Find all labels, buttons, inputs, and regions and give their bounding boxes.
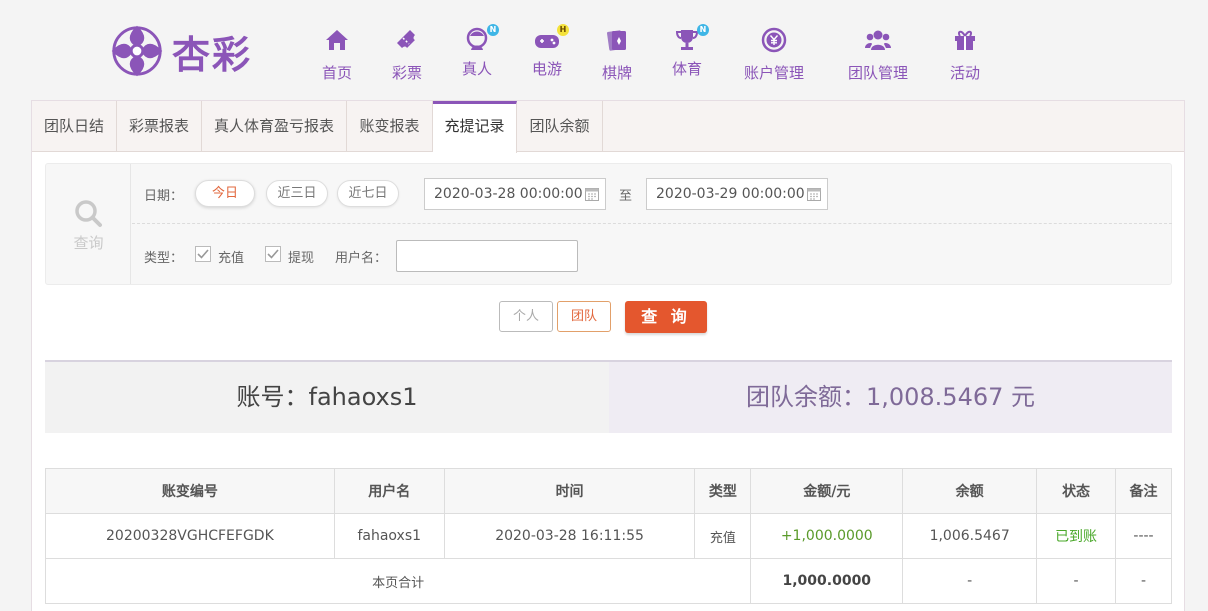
nav-label: 活动 — [949, 64, 980, 82]
query-button[interactable]: 查 询 — [625, 301, 707, 333]
nav-live[interactable]: N 真人 — [447, 24, 507, 79]
new-badge: N — [697, 24, 709, 36]
content-panel: 团队日结 彩票报表 真人体育盈亏报表 账变报表 充提记录 团队余额 查询 日期：… — [31, 100, 1185, 611]
gamepad-icon: H — [533, 24, 569, 54]
nav-lottery[interactable]: 彩票 — [377, 24, 437, 83]
quick-date-3days[interactable]: 近三日 — [266, 180, 328, 207]
nav-label: 体育 — [671, 60, 702, 78]
page-total-balance: - — [902, 558, 1038, 604]
cards-icon — [607, 30, 626, 51]
nav-label: 首页 — [321, 64, 352, 82]
record-amount: +1,000.0000 — [750, 513, 904, 559]
nav-egames[interactable]: H 电游 — [517, 24, 577, 79]
logo-flower-icon — [111, 25, 163, 77]
username-input[interactable] — [396, 240, 578, 272]
top-header: 杏彩 首页 彩票 N 真人 H 电游 棋牌 N 体育 账户管理 团队管理 活动 — [0, 0, 1208, 100]
record-id: 20200328VGHCFEFGDK — [45, 513, 335, 559]
calendar-icon[interactable] — [585, 187, 599, 201]
search-side: 查询 — [46, 164, 131, 284]
quick-date-today[interactable]: 今日 — [195, 180, 255, 207]
date-filter-row: 日期： 今日 近三日 近七日 2020-03-28 00:00:00 至 202… — [132, 164, 1172, 224]
table-header-row: 账变编号 用户名 时间 类型 金额/元 余额 状态 备注 — [45, 468, 1172, 514]
lottery-ticket-icon — [397, 30, 415, 48]
records-table: 账变编号 用户名 时间 类型 金额/元 余额 状态 备注 20200328VGH… — [44, 468, 1172, 604]
nav-team[interactable]: 团队管理 — [848, 24, 908, 83]
nav-label: 团队管理 — [848, 64, 909, 82]
logo-text: 杏彩 — [172, 31, 253, 77]
nav-label: 彩票 — [391, 64, 422, 82]
account-name: 账号：fahaoxs1 — [45, 362, 609, 433]
end-date-input[interactable]: 2020-03-29 00:00:00 — [646, 178, 828, 210]
col-header: 金额/元 — [750, 468, 904, 514]
page-total-status: - — [1036, 558, 1117, 604]
deposit-label: 充值 — [218, 251, 245, 266]
nav-label: 电游 — [531, 60, 562, 78]
nav-sports[interactable]: N 体育 — [657, 24, 717, 79]
start-date-input[interactable]: 2020-03-28 00:00:00 — [424, 178, 606, 210]
withdraw-checkbox[interactable] — [265, 246, 281, 262]
record-balance: 1,006.5467 — [902, 513, 1038, 559]
account-summary: 账号：fahaoxs1 团队余额：1,008.5467 元 — [45, 360, 1172, 433]
team-balance-total: 团队余额：1,008.5467 元 — [609, 362, 1172, 433]
search-side-label: 查询 — [73, 234, 104, 252]
type-label: 类型： — [144, 251, 184, 266]
col-header: 时间 — [443, 468, 696, 514]
tab-lottery-report[interactable]: 彩票报表 — [117, 101, 202, 152]
deposit-checkbox[interactable] — [195, 246, 211, 262]
search-icon — [75, 200, 102, 227]
nav-label: 棋牌 — [601, 64, 632, 82]
search-filter-box: 查询 日期： 今日 近三日 近七日 2020-03-28 00:00:00 至 … — [45, 163, 1172, 285]
record-type: 充值 — [694, 513, 752, 559]
col-header: 备注 — [1115, 468, 1172, 514]
col-header: 类型 — [694, 468, 752, 514]
to-label: 至 — [619, 189, 633, 204]
trophy-icon: N — [673, 24, 709, 54]
end-date-value: 2020-03-29 00:00:00 — [656, 186, 805, 202]
record-status: 已到账 — [1036, 513, 1117, 559]
gift-icon — [955, 30, 975, 50]
team-icon — [865, 30, 891, 50]
yen-coin-icon — [761, 27, 787, 53]
quick-date-7days[interactable]: 近七日 — [337, 180, 399, 207]
start-date-value: 2020-03-28 00:00:00 — [434, 186, 583, 202]
nav-label: 账户管理 — [744, 64, 805, 82]
date-label: 日期： — [144, 189, 184, 204]
record-remark: ---- — [1115, 513, 1172, 559]
tab-deposit-withdraw[interactable]: 充提记录 — [433, 101, 517, 153]
report-tabs: 团队日结 彩票报表 真人体育盈亏报表 账变报表 充提记录 团队余额 — [32, 101, 1184, 153]
page-total-label: 本页合计 — [44, 558, 752, 604]
username-label: 用户名： — [335, 251, 388, 266]
nav-chess-cards[interactable]: 棋牌 — [587, 24, 647, 83]
withdraw-label: 提现 — [288, 251, 315, 266]
team-button[interactable]: 团队 — [557, 301, 611, 332]
col-header: 状态 — [1036, 468, 1117, 514]
nav-account[interactable]: 账户管理 — [744, 24, 804, 83]
nav-promotions[interactable]: 活动 — [935, 24, 995, 83]
col-header: 账变编号 — [45, 468, 335, 514]
col-header: 用户名 — [333, 468, 445, 514]
home-icon — [326, 30, 348, 50]
tab-live-sports-pnl[interactable]: 真人体育盈亏报表 — [202, 101, 347, 152]
hot-badge: H — [557, 24, 569, 36]
type-filter-row: 类型： 充值 提现 用户名： — [132, 225, 1172, 283]
nav-label: 真人 — [461, 60, 492, 78]
brand-logo[interactable]: 杏彩 — [108, 20, 268, 82]
live-dealer-icon: N — [463, 24, 499, 54]
page-total-amount: 1,000.0000 — [750, 558, 904, 604]
page-total-remark: - — [1115, 558, 1172, 604]
calendar-icon[interactable] — [807, 187, 821, 201]
personal-button[interactable]: 个人 — [499, 301, 553, 332]
col-header: 余额 — [902, 468, 1038, 514]
record-username: fahaoxs1 — [333, 513, 445, 559]
nav-home[interactable]: 首页 — [307, 24, 367, 83]
tab-balance-change[interactable]: 账变报表 — [347, 101, 433, 152]
tab-team-balance[interactable]: 团队余额 — [517, 101, 603, 152]
table-row: 20200328VGHCFEFGDK fahaoxs1 2020-03-28 1… — [45, 513, 1172, 559]
record-time: 2020-03-28 16:11:55 — [443, 513, 696, 559]
table-total-row: 本页合计 1,000.0000 - - - — [44, 558, 1172, 604]
tab-team-daily[interactable]: 团队日结 — [32, 101, 117, 152]
new-badge: N — [487, 24, 499, 36]
